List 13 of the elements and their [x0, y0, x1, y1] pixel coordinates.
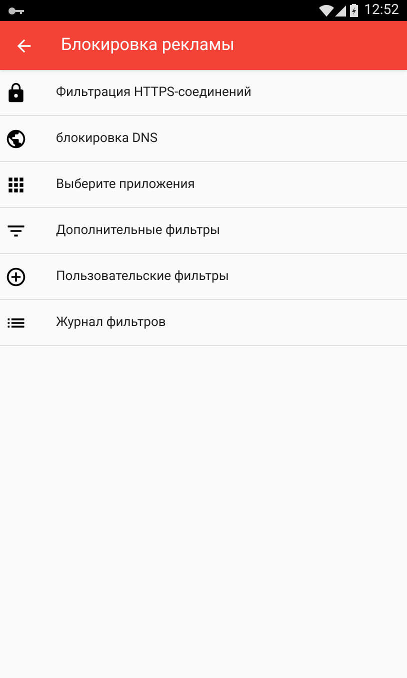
menu-item[interactable]: Журнал фильтров [0, 300, 407, 346]
menu-item[interactable]: Фильтрация HTTPS-соединений [0, 70, 407, 116]
signal-icon [335, 4, 346, 16]
status-time: 12:52 [364, 1, 399, 20]
menu-item[interactable]: Пользовательские фильтры [0, 254, 407, 300]
key-icon [8, 6, 24, 14]
menu-item[interactable]: Дополнительные фильтры [0, 208, 407, 254]
wifi-icon [319, 4, 334, 16]
menu-item[interactable]: Выберите приложения [0, 162, 407, 208]
globe-icon [5, 128, 27, 150]
app-bar-title: Блокировка рекламы [61, 34, 234, 57]
menu-item[interactable]: блокировка DNS [0, 116, 407, 162]
battery-icon [350, 4, 358, 17]
